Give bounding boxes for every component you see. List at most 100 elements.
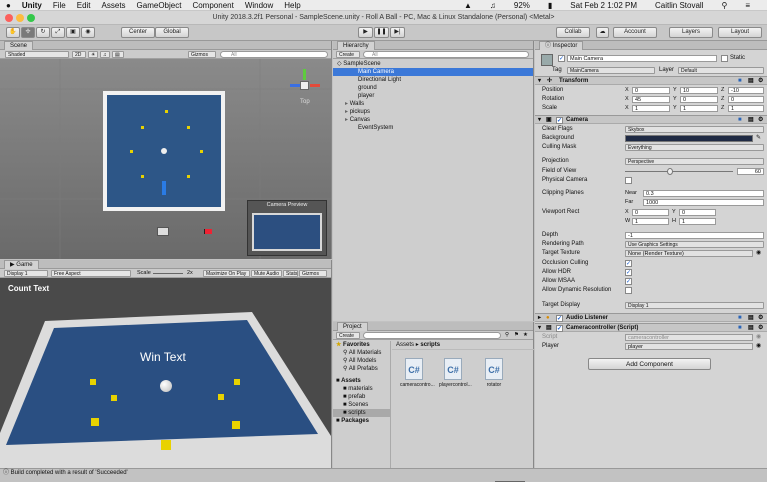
dynamic-resolution-checkbox[interactable]	[625, 287, 632, 294]
assets-folder[interactable]: ■ Assets	[333, 377, 390, 385]
script-file-cameracontroller[interactable]: C# cameracontro...	[400, 358, 435, 388]
stats-toggle[interactable]: Stats	[283, 270, 298, 277]
depth-field[interactable]: -1	[625, 232, 764, 239]
camera-object-icon[interactable]	[157, 227, 169, 236]
player-sphere[interactable]	[161, 148, 167, 154]
pickup-item[interactable]	[187, 175, 190, 178]
viewport-h-field[interactable]: 1	[679, 218, 716, 225]
rotation-z-field[interactable]: 0	[728, 96, 764, 103]
pickup-item[interactable]	[141, 175, 144, 178]
favorites-folder[interactable]: ★ Favorites	[333, 341, 390, 349]
object-picker-icon[interactable]: ◉	[756, 249, 761, 258]
scale-slider[interactable]	[153, 273, 183, 274]
foldout-arrow-icon[interactable]: ▸	[538, 314, 541, 323]
settings-gear-icon[interactable]: ⚙	[758, 324, 763, 333]
tab-game[interactable]: ▶ Game	[4, 260, 39, 269]
hierarchy-item-player[interactable]: player	[333, 92, 533, 100]
lighting-toggle-icon[interactable]: ☀	[88, 51, 98, 58]
breadcrumb-assets[interactable]: Assets	[396, 342, 414, 348]
scale-tool-icon[interactable]: ⤢	[51, 27, 65, 38]
space-toggle-button[interactable]: Global	[155, 27, 189, 38]
clear-flags-dropdown[interactable]: Skybox	[625, 126, 764, 133]
script-file-playercontroller[interactable]: C# playercontrol...	[439, 358, 472, 388]
clock[interactable]: Sat Feb 2 1:02 PM	[570, 1, 637, 10]
pickup-item[interactable]	[130, 150, 133, 153]
position-z-field[interactable]: -10	[728, 87, 764, 94]
traffic-minimize[interactable]	[16, 14, 24, 22]
cloud-icon[interactable]: ☁	[596, 27, 609, 38]
preset-icon[interactable]: ▤	[748, 324, 754, 333]
tag-dropdown[interactable]: MainCamera	[567, 67, 655, 74]
pickup-item[interactable]	[187, 126, 190, 129]
light-flag-icon[interactable]	[204, 229, 212, 234]
2d-toggle[interactable]: 2D	[72, 51, 86, 58]
move-gizmo-icon[interactable]	[162, 181, 166, 195]
favorite-item[interactable]: ⚲ All Models	[333, 357, 390, 365]
status-message[interactable]: Build completed with a result of 'Succee…	[11, 470, 128, 476]
hierarchy-item-directional-light[interactable]: Directional Light	[333, 76, 533, 84]
volume-icon[interactable]: ♫	[490, 1, 496, 10]
occlusion-culling-checkbox[interactable]: ✓	[625, 260, 632, 267]
hierarchy-search-input[interactable]: All	[363, 51, 529, 58]
move-tool-icon[interactable]: ✢	[21, 27, 35, 38]
tab-inspector[interactable]: ⓘ Inspector	[539, 41, 584, 50]
maximize-on-play-toggle[interactable]: Maximize On Play	[203, 270, 250, 277]
tab-hierarchy[interactable]: Hierarchy	[337, 41, 375, 50]
far-clip-field[interactable]: 1000	[643, 199, 764, 206]
hierarchy-item-main-camera[interactable]: Main Camera	[333, 68, 533, 76]
settings-gear-icon[interactable]: ⚙	[758, 116, 763, 125]
preset-icon[interactable]: ▤	[748, 116, 754, 125]
asset-folder-prefab[interactable]: ■ prefab	[333, 393, 390, 401]
layout-dropdown[interactable]: Layout	[718, 27, 762, 38]
asset-folder-materials[interactable]: ■ materials	[333, 385, 390, 393]
viewport-x-field[interactable]: 0	[632, 209, 669, 216]
hand-tool-icon[interactable]: ✋	[6, 27, 20, 38]
pickup-cube[interactable]	[218, 394, 224, 400]
cameracontroller-header[interactable]: ▾ ▤ ✓ Cameracontroller (Script) ■ ▤ ⚙	[535, 323, 767, 332]
scale-y-field[interactable]: 1	[680, 105, 718, 112]
traffic-zoom[interactable]	[27, 14, 35, 22]
fov-slider-track[interactable]	[625, 171, 733, 172]
hierarchy-item-walls[interactable]: ▸ Walls	[333, 100, 533, 108]
rotation-x-field[interactable]: 45	[632, 96, 670, 103]
game-viewport[interactable]: Count Text Win Text	[0, 278, 331, 468]
hierarchy-scene-row[interactable]: ◇ SampleScene	[333, 60, 533, 68]
play-button[interactable]: ▶	[358, 27, 373, 38]
orientation-gizmo[interactable]: Top	[288, 67, 322, 109]
apple-icon[interactable]: ●	[6, 1, 11, 10]
preset-icon[interactable]: ▤	[748, 77, 754, 86]
help-icon[interactable]: ■	[738, 324, 742, 333]
object-name-field[interactable]: Main Camera	[567, 55, 717, 62]
aspect-dropdown[interactable]: Free Aspect	[51, 270, 131, 277]
object-active-checkbox[interactable]: ✓	[558, 55, 565, 62]
fov-slider-thumb[interactable]	[667, 168, 674, 175]
foldout-arrow-icon[interactable]: ▾	[538, 77, 541, 86]
star-icon[interactable]: ★	[523, 331, 528, 340]
script-file-rotator[interactable]: C# rotator	[480, 358, 508, 388]
rotation-y-field[interactable]: 0	[680, 96, 718, 103]
hierarchy-item-pickups[interactable]: ▸ pickups	[333, 108, 533, 116]
user-name[interactable]: Caitlin Stovall	[655, 1, 703, 10]
effects-toggle-icon[interactable]: ▤	[112, 51, 124, 58]
preset-icon[interactable]: ▤	[748, 314, 754, 323]
player-ball[interactable]	[160, 380, 172, 392]
camera-enabled-checkbox[interactable]: ✓	[556, 117, 563, 124]
pickup-cube[interactable]	[161, 440, 171, 450]
transform-tool-icon[interactable]: ◉	[81, 27, 95, 38]
rect-tool-icon[interactable]: ▣	[66, 27, 80, 38]
pickup-cube[interactable]	[232, 421, 240, 429]
wifi-icon[interactable]: ▲	[464, 1, 472, 10]
settings-gear-icon[interactable]: ⚙	[758, 314, 763, 323]
culling-mask-dropdown[interactable]: Everything	[625, 144, 764, 151]
mute-audio-toggle[interactable]: Mute Audio	[251, 270, 282, 277]
collab-button[interactable]: Collab	[556, 27, 590, 38]
audio-listener-checkbox[interactable]: ✓	[556, 315, 563, 322]
layers-dropdown[interactable]: Layers	[669, 27, 713, 38]
viewport-w-field[interactable]: 1	[632, 218, 669, 225]
pickup-cube[interactable]	[91, 418, 99, 426]
pickup-item[interactable]	[200, 150, 203, 153]
project-create-button[interactable]: Create	[336, 332, 360, 339]
position-y-field[interactable]: 10	[680, 87, 718, 94]
hierarchy-item-ground[interactable]: ground	[333, 84, 533, 92]
fov-field[interactable]: 60	[737, 168, 764, 175]
